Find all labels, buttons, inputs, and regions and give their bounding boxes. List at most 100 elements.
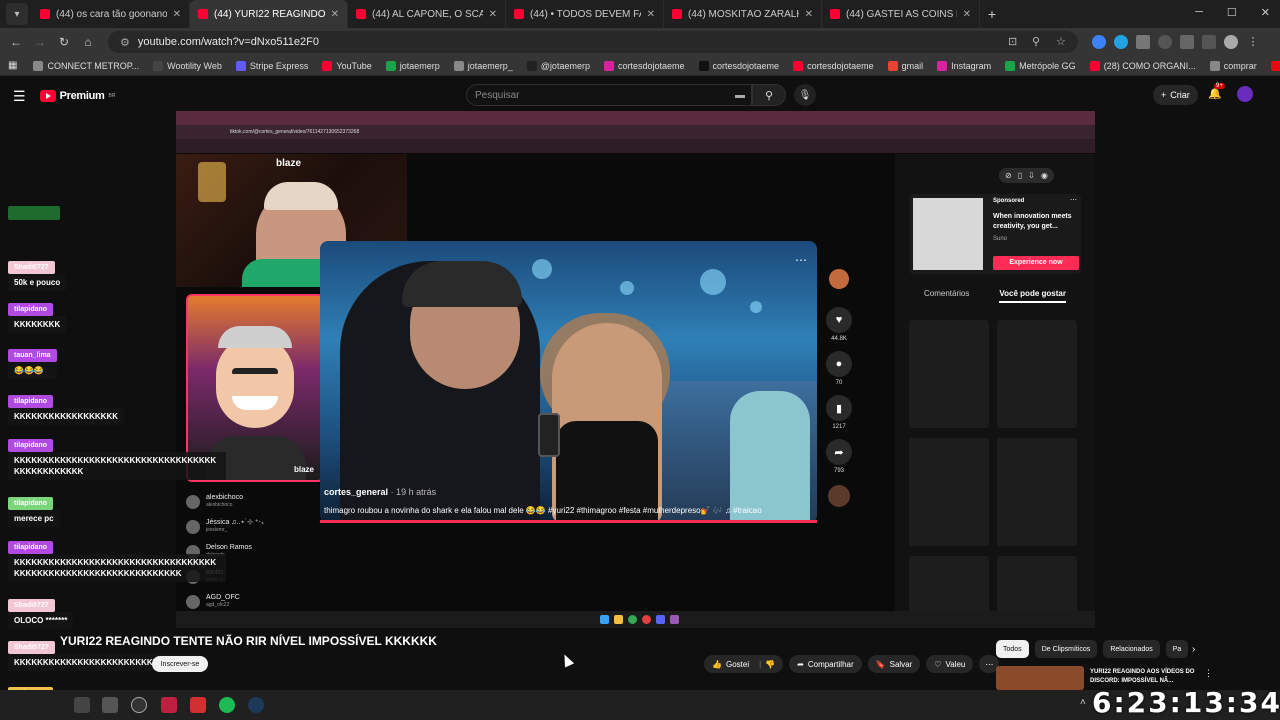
extension-icon[interactable] [1158,35,1172,49]
spotify-icon[interactable] [219,697,235,713]
url-field[interactable]: ⚙ youtube.com/watch?v=dNxo511e2F0 ⊡ ⚲ ☆ [108,31,1078,53]
browser-tab[interactable]: (44) os cara tão goonano pra n ✕ [32,0,190,28]
heart-icon[interactable]: ♥ [826,307,852,333]
bookmark-item[interactable]: gmail [887,60,923,71]
close-tab-icon[interactable]: ✕ [489,9,497,20]
tab-you-may-like[interactable]: Você pode gostar [999,289,1066,303]
notifications-button[interactable]: 🔔 9+ [1208,83,1225,100]
search-button[interactable]: ⚲ [752,84,786,106]
save-button[interactable]: 🔖 Salvar [867,655,921,673]
site-info-icon[interactable]: ⚙ [120,36,130,49]
bookmark-item[interactable]: jotaemerp_ [453,60,513,71]
search-input[interactable]: Pesquisar ▬ [466,84,752,106]
clip-progress-bar[interactable] [320,520,817,523]
clip-author[interactable]: cortes_general · 19 h atrás [324,487,436,497]
comment-icon[interactable]: ● [826,351,852,377]
tiktok-clip[interactable]: ⋯ [320,241,817,523]
close-tab-icon[interactable]: ✕ [805,9,813,20]
settings-icon[interactable]: ⊘ [1005,171,1012,180]
browser-tab[interactable]: (44) GASTEI AS COINS DO BAN ✕ [822,0,980,28]
steam-icon[interactable] [248,697,264,713]
share-button[interactable]: ➦ Compartilhar [789,655,862,673]
apps-grid-icon[interactable]: ▦ [8,60,17,71]
chip-all[interactable]: Todos [996,640,1029,658]
bookmark-icon[interactable]: ▮ [826,395,852,421]
youtube-premium-logo[interactable]: Premium BR [39,90,116,102]
extension-icon[interactable] [1092,35,1106,49]
app-icon[interactable] [190,697,206,713]
back-icon[interactable]: ← [4,35,28,49]
more-icon[interactable]: ⋯ [1070,196,1077,204]
like-button[interactable]: 👍 Gostei | 👎 [704,655,784,673]
voice-search-button[interactable]: 🎙 [794,84,816,106]
experience-now-button[interactable]: Experience now [993,256,1079,270]
install-icon[interactable]: ⊡ [1008,35,1022,49]
new-tab-button[interactable]: + [980,6,1004,22]
close-tab-icon[interactable]: ✕ [647,9,655,20]
thanks-button[interactable]: ♡ Valeu [926,655,974,673]
minimize-button[interactable]: ─ [1195,6,1203,19]
app-icon[interactable] [102,697,118,713]
music-disc-icon[interactable] [828,485,850,507]
bookmark-item[interactable]: @jotaemerp [526,60,590,71]
maximize-button[interactable]: ☐ [1227,6,1237,19]
video-player[interactable]: tiktok.com/@cortes_general/video/7611427… [176,111,1095,628]
tab-comments[interactable]: Comentários [924,289,969,303]
menu-icon[interactable]: ☰ [13,88,26,105]
keyboard-icon[interactable]: ▬ [735,90,745,101]
home-icon[interactable]: ⌂ [76,35,100,49]
browser-tab[interactable]: (44) MOSKITÃO ZARALHANDO ✕ [664,0,822,28]
comment-item[interactable]: alexbichoco alexbichoco [186,493,316,518]
close-tab-icon[interactable]: ✕ [173,9,181,20]
chip-related[interactable]: Relacionados [1103,640,1160,658]
profile-icon[interactable]: ◉ [1041,171,1048,180]
tab-search-button[interactable]: ▾ [6,3,28,25]
device-icon[interactable]: ▯ [1018,171,1022,180]
bookmark-item[interactable]: cortesdojotaeme [793,60,874,71]
app-icon[interactable] [74,697,90,713]
browser-menu-icon[interactable]: ⋮ [1246,35,1260,49]
browser-tab[interactable]: (44) YURI22 REAGINDO TE ✕ [190,0,348,28]
extensions-puzzle-icon[interactable] [1136,35,1150,49]
creator-avatar[interactable] [829,269,849,289]
download-icon[interactable]: ⇩ [1028,171,1035,180]
browser-tab[interactable]: (44) AL CAPONE, O SCARFACE ✕ [348,0,506,28]
bookmark-star-icon[interactable]: ☆ [1056,35,1070,49]
bookmark-item[interactable]: (28) COMO ORGANI... [1089,60,1196,71]
bookmark-item[interactable]: cortesdojotaeme [603,60,685,71]
sponsored-card[interactable]: Sponsored ⋯ When innovation meets creati… [909,194,1081,274]
suggested-video-placeholder[interactable] [997,320,1077,428]
bookmark-item[interactable]: YouTube [322,60,372,71]
subscribe-button[interactable]: Inscrever-se [152,656,208,672]
bookmark-item[interactable]: Wootility Web [153,60,222,71]
bookmark-item[interactable]: cortesdojotaeme [698,60,779,71]
suggested-video-placeholder[interactable] [909,438,989,546]
sidebar-icon[interactable] [1202,35,1216,49]
zoom-icon[interactable]: ⚲ [1032,35,1046,49]
thumbs-down-icon[interactable]: 👎 [765,660,775,669]
extension-icon[interactable] [1114,35,1128,49]
bookmark-item[interactable]: Stripe Express [235,60,308,71]
account-avatar[interactable] [1237,86,1253,102]
more-icon[interactable]: ⋮ [1204,668,1213,679]
share-icon[interactable]: ➦ [826,439,852,465]
close-tab-icon[interactable]: ✕ [963,9,971,20]
close-window-button[interactable]: ✕ [1261,6,1270,19]
close-tab-icon[interactable]: ✕ [331,9,339,20]
dashboard-icon[interactable] [131,697,147,713]
app-icon[interactable] [161,697,177,713]
bookmark-item[interactable]: CONNECT METROP... [33,60,139,71]
suggested-video-placeholder[interactable] [997,438,1077,546]
browser-tab[interactable]: (44) • TODOS DEVEM FAZER ✕ [506,0,664,28]
more-options-icon[interactable]: ⋯ [795,253,807,267]
bookmark-item[interactable]: jotaemerp [385,60,440,71]
bookmark-item[interactable]: Netflix [1270,60,1280,71]
chevron-right-icon[interactable]: › [1192,644,1195,655]
suggested-video-placeholder[interactable] [909,320,989,428]
chip-channel[interactable]: De Clipsmíticos [1034,640,1098,658]
chip-more[interactable]: Pa [1165,640,1189,658]
profile-avatar[interactable] [1224,35,1238,49]
bookmark-item[interactable]: Metrópole GG [1005,60,1076,71]
reload-icon[interactable]: ↻ [52,35,76,49]
bookmark-item[interactable]: Instagram [937,60,991,71]
